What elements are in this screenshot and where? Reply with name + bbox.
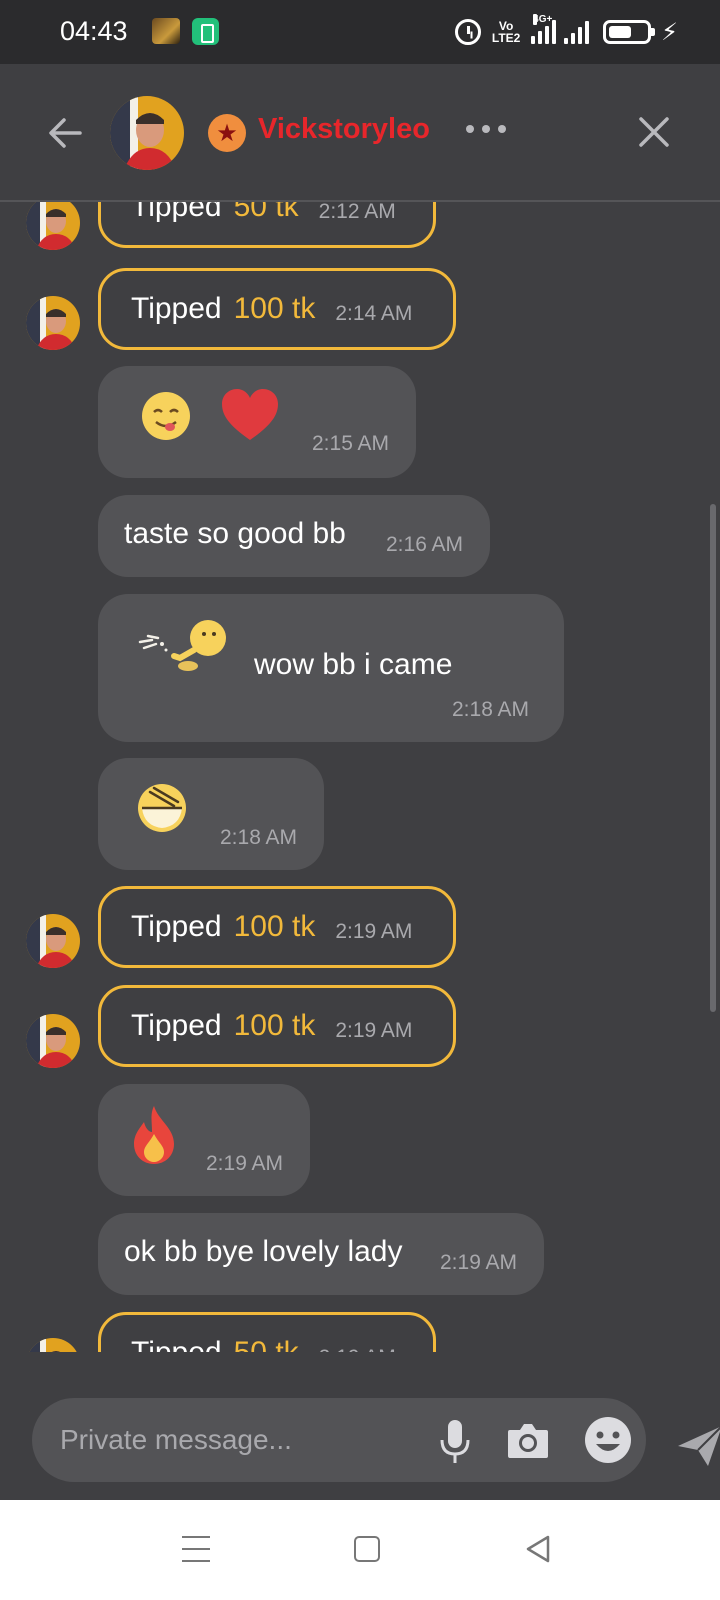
tip-message: Tipped 50 tk 2:12 AM: [98, 202, 436, 248]
scrollbar[interactable]: [710, 504, 716, 1012]
sticker-message: wow bb i came 2:18 AM: [98, 594, 564, 742]
tip-message: Tipped 100 tk 2:14 AM: [98, 268, 456, 350]
alarm-icon: [455, 19, 482, 45]
avatar[interactable]: [110, 96, 184, 170]
red-heart-emoji: [222, 389, 278, 440]
back-arrow-icon[interactable]: [44, 112, 86, 154]
charging-bolt-icon: ⚡: [661, 18, 678, 46]
fire-emoji: [134, 1106, 174, 1164]
text-message: ok bb bye lovely lady 2:19 AM: [98, 1213, 544, 1295]
status-icons: Vo LTE2 4G+ ⚡: [455, 14, 678, 48]
close-icon[interactable]: [636, 114, 672, 150]
signal-4g-icon: 4G+: [531, 14, 557, 44]
more-options-icon[interactable]: [466, 122, 506, 136]
chat-header: ★ Vickstoryleo: [0, 64, 720, 202]
game-notification-icon: [152, 18, 180, 44]
yummy-face-emoji: [142, 392, 190, 440]
star-badge-icon: ★: [208, 114, 246, 152]
battery-icon: [603, 20, 656, 44]
home-icon[interactable]: [354, 1536, 380, 1562]
status-bar: 04:43 Vo LTE2 4G+ ⚡: [0, 0, 720, 64]
microphone-icon[interactable]: [438, 1418, 472, 1466]
avatar: [26, 1014, 80, 1068]
tip-message: Tipped 100 tk 2:19 AM: [98, 886, 456, 968]
back-nav-icon[interactable]: [524, 1534, 552, 1564]
avatar: [26, 914, 80, 968]
status-time: 04:43: [60, 16, 128, 46]
eating-noodles-emoji: [138, 784, 186, 832]
emoji-picker-icon[interactable]: [584, 1416, 632, 1464]
emoji-message: 2:15 AM: [98, 366, 416, 478]
recent-apps-icon[interactable]: [182, 1536, 210, 1562]
battery-saver-icon: [192, 18, 219, 45]
splash-face-sticker: [138, 620, 226, 671]
text-message: taste so good bb 2:16 AM: [98, 495, 490, 577]
signal-icon: [564, 20, 590, 44]
list-fade: [0, 1352, 720, 1380]
emoji-message: 2:19 AM: [98, 1084, 310, 1196]
send-icon[interactable]: [676, 1422, 720, 1470]
message-list[interactable]: Tipped 50 tk 2:12 AM Tipped 100 tk 2:14 …: [0, 202, 720, 1380]
username[interactable]: Vickstoryleo: [258, 113, 430, 146]
avatar: [26, 296, 80, 350]
emoji-message: 2:18 AM: [98, 758, 324, 870]
volte-icon: Vo LTE2: [491, 19, 521, 45]
tip-message: Tipped 100 tk 2:19 AM: [98, 985, 456, 1067]
message-input[interactable]: [60, 1398, 420, 1482]
avatar: [26, 202, 80, 250]
system-nav-bar: [0, 1500, 720, 1600]
message-composer: [32, 1398, 646, 1482]
camera-icon[interactable]: [506, 1422, 550, 1460]
